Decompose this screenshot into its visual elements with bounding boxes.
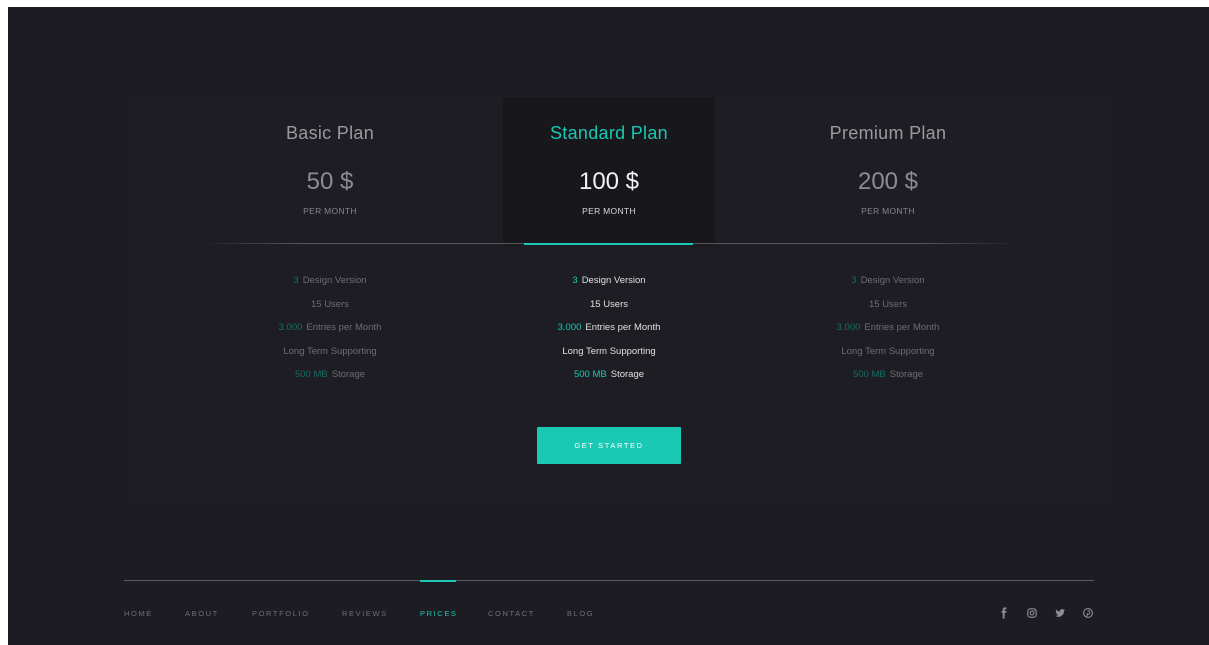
feature-label: Storage: [889, 369, 924, 380]
feature-label: 15 Users: [310, 298, 349, 310]
feature-label: Storage: [610, 369, 645, 380]
list-item: 500 MB Storage: [224, 363, 436, 387]
footer-divider: [124, 580, 1094, 581]
nav-link-about[interactable]: ABOUT: [185, 609, 219, 618]
list-item: Long Term Supporting: [782, 340, 994, 364]
feature-label: Design Version: [581, 275, 646, 286]
nav-link-reviews[interactable]: REVIEWS: [342, 609, 388, 618]
feature-value: 3: [293, 275, 299, 286]
plan-price: 200 $: [857, 168, 919, 195]
feature-value: 500 MB: [852, 369, 886, 380]
feature-label: Entries per Month: [864, 322, 940, 333]
feature-value: 3.000: [278, 322, 303, 333]
nav-link-prices[interactable]: PRICES: [420, 609, 458, 618]
plan-price: 100 $: [578, 168, 640, 195]
nav-link-contact[interactable]: CONTACT: [488, 609, 535, 618]
nav-link-home[interactable]: HOME: [124, 609, 153, 618]
list-item: 15 Users: [224, 293, 436, 317]
nav-link-portfolio[interactable]: PORTFOLIO: [252, 609, 310, 618]
feature-label: Design Version: [860, 275, 925, 286]
feature-value: 3: [851, 275, 857, 286]
list-item: 3.000 Entries per Month: [224, 316, 436, 340]
list-item: 500 MB Storage: [503, 363, 715, 387]
list-item: 3 Design Version: [224, 269, 436, 293]
list-item: 3.000 Entries per Month: [782, 316, 994, 340]
plan-title: Standard Plan: [550, 123, 668, 143]
pricing-page: Basic Plan 50 $ PER MONTH Standard Plan …: [8, 7, 1209, 645]
plan-title: Basic Plan: [285, 123, 375, 143]
feature-label: Design Version: [302, 275, 367, 286]
feature-value: 3.000: [557, 322, 582, 333]
list-item: 3.000 Entries per Month: [503, 316, 715, 340]
pinterest-icon[interactable]: [1082, 607, 1094, 619]
plan-price: 50 $: [306, 168, 354, 195]
list-item: Long Term Supporting: [503, 340, 715, 364]
get-started-button[interactable]: GET STARTED: [537, 427, 681, 464]
feature-label: Entries per Month: [585, 322, 661, 333]
plan-period: PER MONTH: [582, 206, 636, 216]
plan-card-premium: Premium Plan 200 $ PER MONTH: [782, 97, 994, 245]
feature-value: 3: [572, 275, 578, 286]
feature-label: Long Term Supporting: [562, 345, 656, 357]
feature-label: 15 Users: [589, 298, 628, 310]
list-item: Long Term Supporting: [224, 340, 436, 364]
plan-period: PER MONTH: [303, 206, 357, 216]
plan-card-standard: Standard Plan 100 $ PER MONTH: [503, 97, 715, 245]
feature-label: Entries per Month: [306, 322, 382, 333]
instagram-icon[interactable]: [1026, 607, 1038, 619]
twitter-icon[interactable]: [1054, 607, 1066, 619]
list-item: 500 MB Storage: [782, 363, 994, 387]
feature-value: 3.000: [836, 322, 861, 333]
facebook-icon[interactable]: [998, 607, 1010, 619]
nav-active-indicator: [420, 580, 456, 582]
list-item: 15 Users: [782, 293, 994, 317]
feature-list-standard: 3 Design Version 15 Users 3.000 Entries pe…: [503, 269, 715, 387]
feature-label: Long Term Supporting: [283, 345, 377, 357]
nav-link-blog[interactable]: BLOG: [567, 609, 594, 618]
feature-label: 15 Users: [868, 298, 907, 310]
feature-list-basic: 3 Design Version 15 Users 3.000 Entries pe…: [224, 269, 436, 387]
list-item: 3 Design Version: [503, 269, 715, 293]
plan-title: Premium Plan: [829, 123, 947, 143]
list-item: 3 Design Version: [782, 269, 994, 293]
list-item: 15 Users: [503, 293, 715, 317]
feature-value: 500 MB: [294, 369, 328, 380]
plan-card-basic: Basic Plan 50 $ PER MONTH: [224, 97, 436, 245]
plan-period: PER MONTH: [861, 206, 915, 216]
feature-list-premium: 3 Design Version 15 Users 3.000 Entries pe…: [782, 269, 994, 387]
feature-value: 500 MB: [573, 369, 607, 380]
featured-plan-underline: [524, 243, 693, 245]
feature-label: Storage: [331, 369, 366, 380]
feature-label: Long Term Supporting: [841, 345, 935, 357]
